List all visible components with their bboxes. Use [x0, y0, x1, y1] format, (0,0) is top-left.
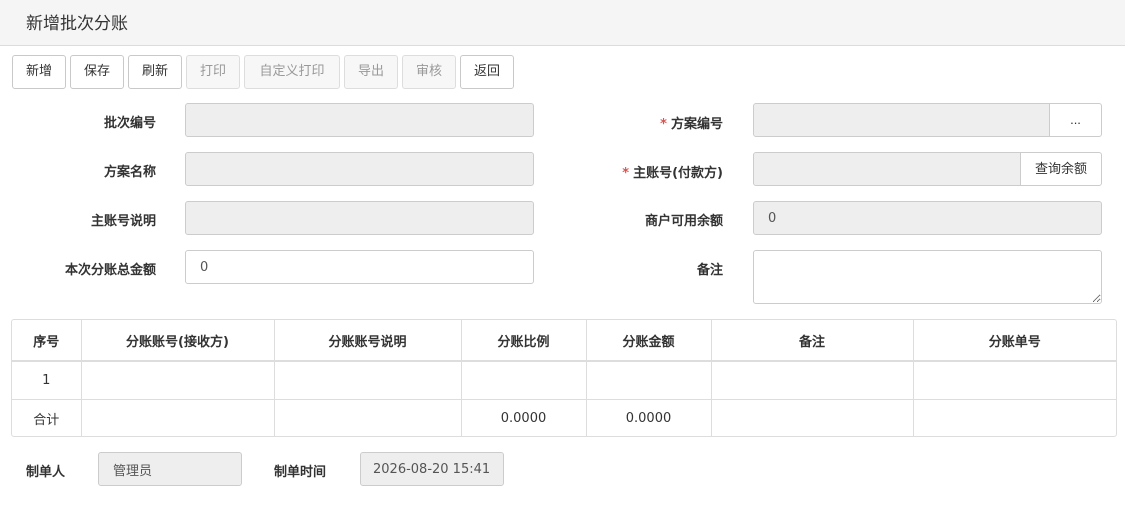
custom-print-button[interactable]: 自定义打印 [244, 55, 340, 89]
total-cell [81, 399, 275, 436]
main-account-desc-field[interactable] [185, 201, 534, 235]
creator-field[interactable] [98, 452, 242, 486]
total-cell [913, 399, 1116, 436]
audit-button[interactable]: 审核 [402, 55, 456, 89]
back-button[interactable]: 返回 [460, 55, 514, 89]
plan-no-label: * 方案编号 [560, 113, 723, 132]
cell-split-account[interactable] [81, 361, 275, 400]
total-amount: 0.0000 [586, 399, 712, 436]
merchant-balance-label: 商户可用余额 [644, 214, 723, 229]
col-split-order-no: 分账单号 [913, 320, 1116, 362]
plan-no-field[interactable] [753, 103, 1051, 137]
total-row: 合计 0.0000 0.0000 [12, 399, 1116, 436]
plan-name-field[interactable] [185, 152, 534, 186]
cell-split-order-no[interactable] [913, 361, 1116, 400]
col-split-account-desc: 分账账号说明 [274, 320, 462, 362]
split-detail-grid: 序号 分账账号(接收方) 分账账号说明 分账比例 分账金额 备注 分账单号 1 … [11, 319, 1117, 437]
plan-no-select-button[interactable]: ... [1049, 103, 1102, 137]
plan-name-label: 方案名称 [103, 165, 156, 180]
required-mark: * [660, 117, 667, 132]
required-mark: * [622, 166, 630, 181]
col-seq: 序号 [12, 320, 82, 362]
grid-header-row: 序号 分账账号(接收方) 分账账号说明 分账比例 分账金额 备注 分账单号 [12, 320, 1116, 362]
table-row[interactable]: 1 [12, 361, 1116, 400]
cell-split-amount[interactable] [586, 361, 712, 400]
main-account-label: * 主账号(付款方) [560, 162, 723, 181]
total-ratio: 0.0000 [461, 399, 587, 436]
total-label: 合计 [12, 399, 82, 436]
col-split-ratio: 分账比例 [461, 320, 587, 362]
refresh-button[interactable]: 刷新 [128, 55, 182, 89]
total-cell [711, 399, 914, 436]
cell-seq: 1 [12, 361, 82, 400]
plan-no-label-text: 方案编号 [670, 117, 723, 132]
save-button[interactable]: 保存 [70, 55, 124, 89]
cell-split-ratio[interactable] [461, 361, 587, 400]
remark-textarea[interactable] [753, 250, 1102, 304]
creator-label: 制单人 [26, 465, 66, 480]
merchant-balance-field[interactable] [753, 201, 1102, 235]
total-amount-label: 本次分账总金额 [64, 263, 156, 278]
remark-label: 备注 [696, 263, 723, 278]
batch-no-label: 批次编号 [103, 116, 156, 131]
main-account-field[interactable] [753, 152, 1022, 186]
batch-no-field[interactable] [185, 103, 534, 137]
add-button[interactable]: 新增 [12, 55, 66, 89]
page-title: 新增批次分账 [0, 0, 1125, 46]
col-remark: 备注 [711, 320, 914, 362]
cell-split-account-desc[interactable] [274, 361, 462, 400]
create-time-field[interactable] [360, 452, 504, 486]
col-split-amount: 分账金额 [586, 320, 712, 362]
main-account-desc-label: 主账号说明 [90, 214, 156, 229]
print-button[interactable]: 打印 [186, 55, 240, 89]
query-balance-button[interactable]: 查询余额 [1020, 152, 1102, 186]
export-button[interactable]: 导出 [344, 55, 398, 89]
col-split-account: 分账账号(接收方) [81, 320, 275, 362]
total-cell [274, 399, 462, 436]
total-amount-input[interactable] [185, 250, 534, 284]
cell-remark[interactable] [711, 361, 914, 400]
create-time-label: 制单时间 [274, 465, 327, 480]
main-account-label-text: 主账号(付款方) [633, 166, 723, 181]
